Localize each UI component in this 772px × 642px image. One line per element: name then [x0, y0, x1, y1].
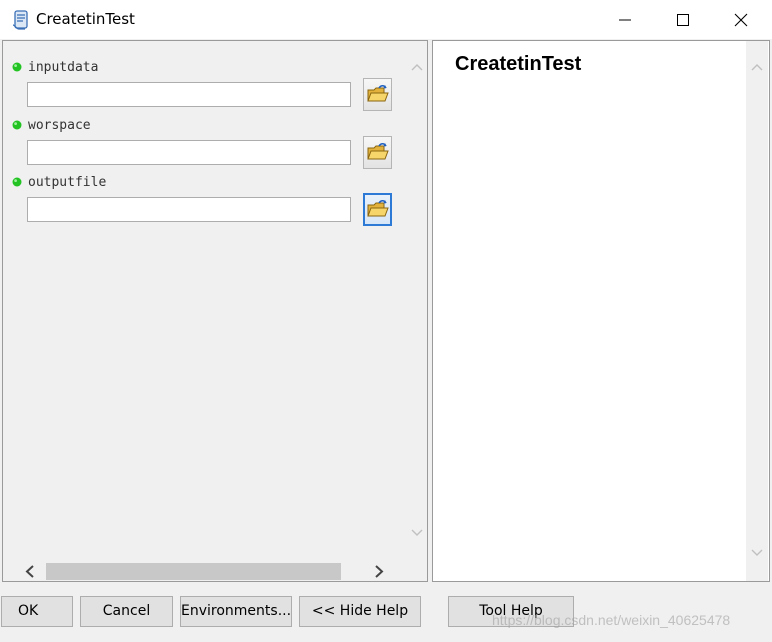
scroll-down-icon[interactable] — [751, 549, 763, 557]
help-title: CreatetinTest — [455, 53, 582, 75]
param-label-worspace: worspace — [28, 118, 91, 133]
scroll-right-icon[interactable] — [374, 565, 384, 578]
outputfile-field[interactable] — [27, 197, 351, 222]
scroll-left-icon[interactable] — [25, 565, 35, 578]
scroll-up-icon[interactable] — [751, 63, 763, 71]
script-icon — [11, 9, 31, 31]
inputdata-browse-button[interactable] — [363, 78, 392, 111]
required-dot-icon — [12, 62, 22, 72]
folder-open-icon — [367, 143, 389, 160]
required-dot-icon — [12, 177, 22, 187]
horizontal-scroll-thumb[interactable] — [46, 563, 341, 580]
watermark: https://blog.csdn.net/weixin_40625478 — [492, 612, 731, 628]
window-title: CreatetinTest — [36, 10, 135, 28]
scroll-down-icon[interactable] — [411, 529, 423, 537]
minimize-button[interactable] — [596, 0, 654, 39]
close-button[interactable] — [712, 0, 770, 39]
param-label-outputfile: outputfile — [28, 175, 107, 190]
ok-button[interactable]: OK — [1, 596, 73, 627]
close-icon — [734, 13, 748, 27]
outputfile-browse-button[interactable] — [363, 193, 392, 226]
environments-button[interactable]: Environments... — [180, 596, 292, 627]
help-panel: CreatetinTest — [432, 40, 770, 582]
scroll-up-icon[interactable] — [411, 63, 423, 71]
maximize-button[interactable] — [654, 0, 712, 39]
folder-open-icon — [367, 200, 389, 217]
maximize-icon — [677, 14, 689, 26]
parameters-panel: inputdata worspace outputfile — [2, 40, 428, 582]
minimize-icon — [619, 19, 631, 21]
hide-help-button[interactable]: << Hide Help — [299, 596, 421, 627]
vertical-scrollbar[interactable] — [407, 41, 426, 563]
horizontal-scrollbar[interactable] — [3, 562, 407, 581]
inputdata-field[interactable] — [27, 82, 351, 107]
cancel-button[interactable]: Cancel — [80, 596, 173, 627]
param-label-inputdata: inputdata — [28, 60, 99, 75]
help-vertical-scrollbar[interactable] — [746, 41, 768, 581]
worspace-browse-button[interactable] — [363, 136, 392, 169]
folder-open-icon — [367, 85, 389, 102]
title-bar: CreatetinTest — [0, 0, 772, 39]
required-dot-icon — [12, 120, 22, 130]
worspace-field[interactable] — [27, 140, 351, 165]
